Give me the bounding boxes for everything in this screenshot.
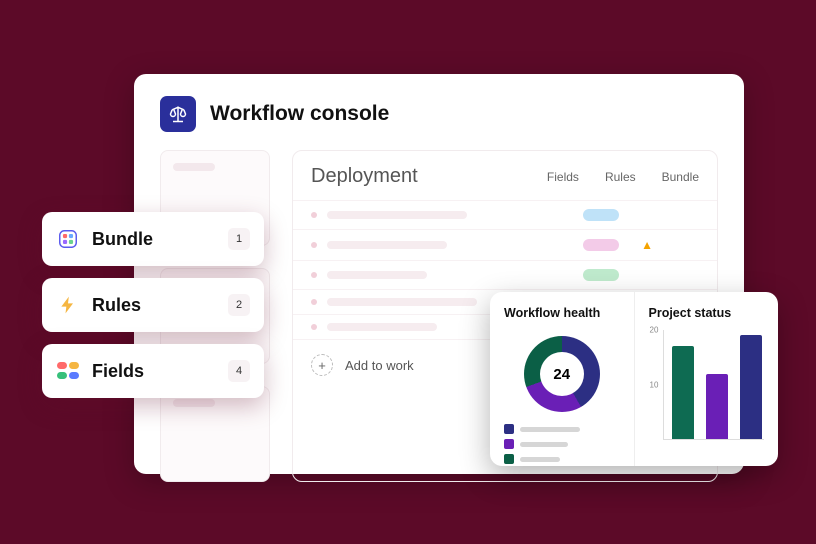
bar — [740, 335, 762, 439]
add-label: Add to work — [345, 358, 414, 373]
table-row[interactable] — [293, 260, 717, 289]
section-title: Deployment — [311, 165, 418, 188]
bundle-card[interactable]: Bundle 1 — [42, 212, 264, 266]
field-pill — [583, 209, 619, 221]
col-bundle[interactable]: Bundle — [662, 170, 699, 184]
table-row[interactable] — [293, 200, 717, 229]
scales-icon — [160, 96, 196, 132]
project-status-widget: Project status 20 10 — [635, 292, 779, 466]
ghost-card[interactable] — [160, 386, 270, 482]
stats-panel: Workflow health 24 Project status 20 10 — [490, 292, 778, 466]
card-label: Rules — [92, 295, 216, 316]
card-label: Bundle — [92, 229, 216, 250]
field-pill — [583, 269, 619, 281]
fields-card[interactable]: Fields 4 — [42, 344, 264, 398]
col-fields[interactable]: Fields — [547, 170, 579, 184]
rules-card[interactable]: Rules 2 — [42, 278, 264, 332]
count-badge: 1 — [228, 228, 250, 250]
page-title: Workflow console — [210, 102, 389, 126]
column-headers: Fields Rules Bundle — [547, 170, 699, 184]
bar — [672, 346, 694, 439]
plus-icon[interactable]: + — [311, 354, 333, 376]
col-rules[interactable]: Rules — [605, 170, 636, 184]
donut-chart: 24 — [524, 336, 600, 412]
count-badge: 4 — [228, 360, 250, 382]
donut-value: 24 — [540, 352, 584, 396]
bolt-icon — [56, 293, 80, 317]
health-title: Workflow health — [504, 306, 620, 320]
donut-legend — [504, 424, 620, 464]
bar — [706, 374, 728, 439]
bar-chart: 20 10 — [663, 330, 765, 440]
card-label: Fields — [92, 361, 216, 382]
field-pill — [583, 239, 619, 251]
fields-icon — [56, 359, 80, 383]
bundle-icon — [56, 227, 80, 251]
panel-header: Workflow console — [160, 96, 718, 132]
workflow-health-widget: Workflow health 24 — [490, 292, 635, 466]
table-row[interactable]: ▲ — [293, 229, 717, 260]
count-badge: 2 — [228, 294, 250, 316]
status-title: Project status — [649, 306, 765, 320]
warning-icon: ▲ — [641, 238, 653, 252]
